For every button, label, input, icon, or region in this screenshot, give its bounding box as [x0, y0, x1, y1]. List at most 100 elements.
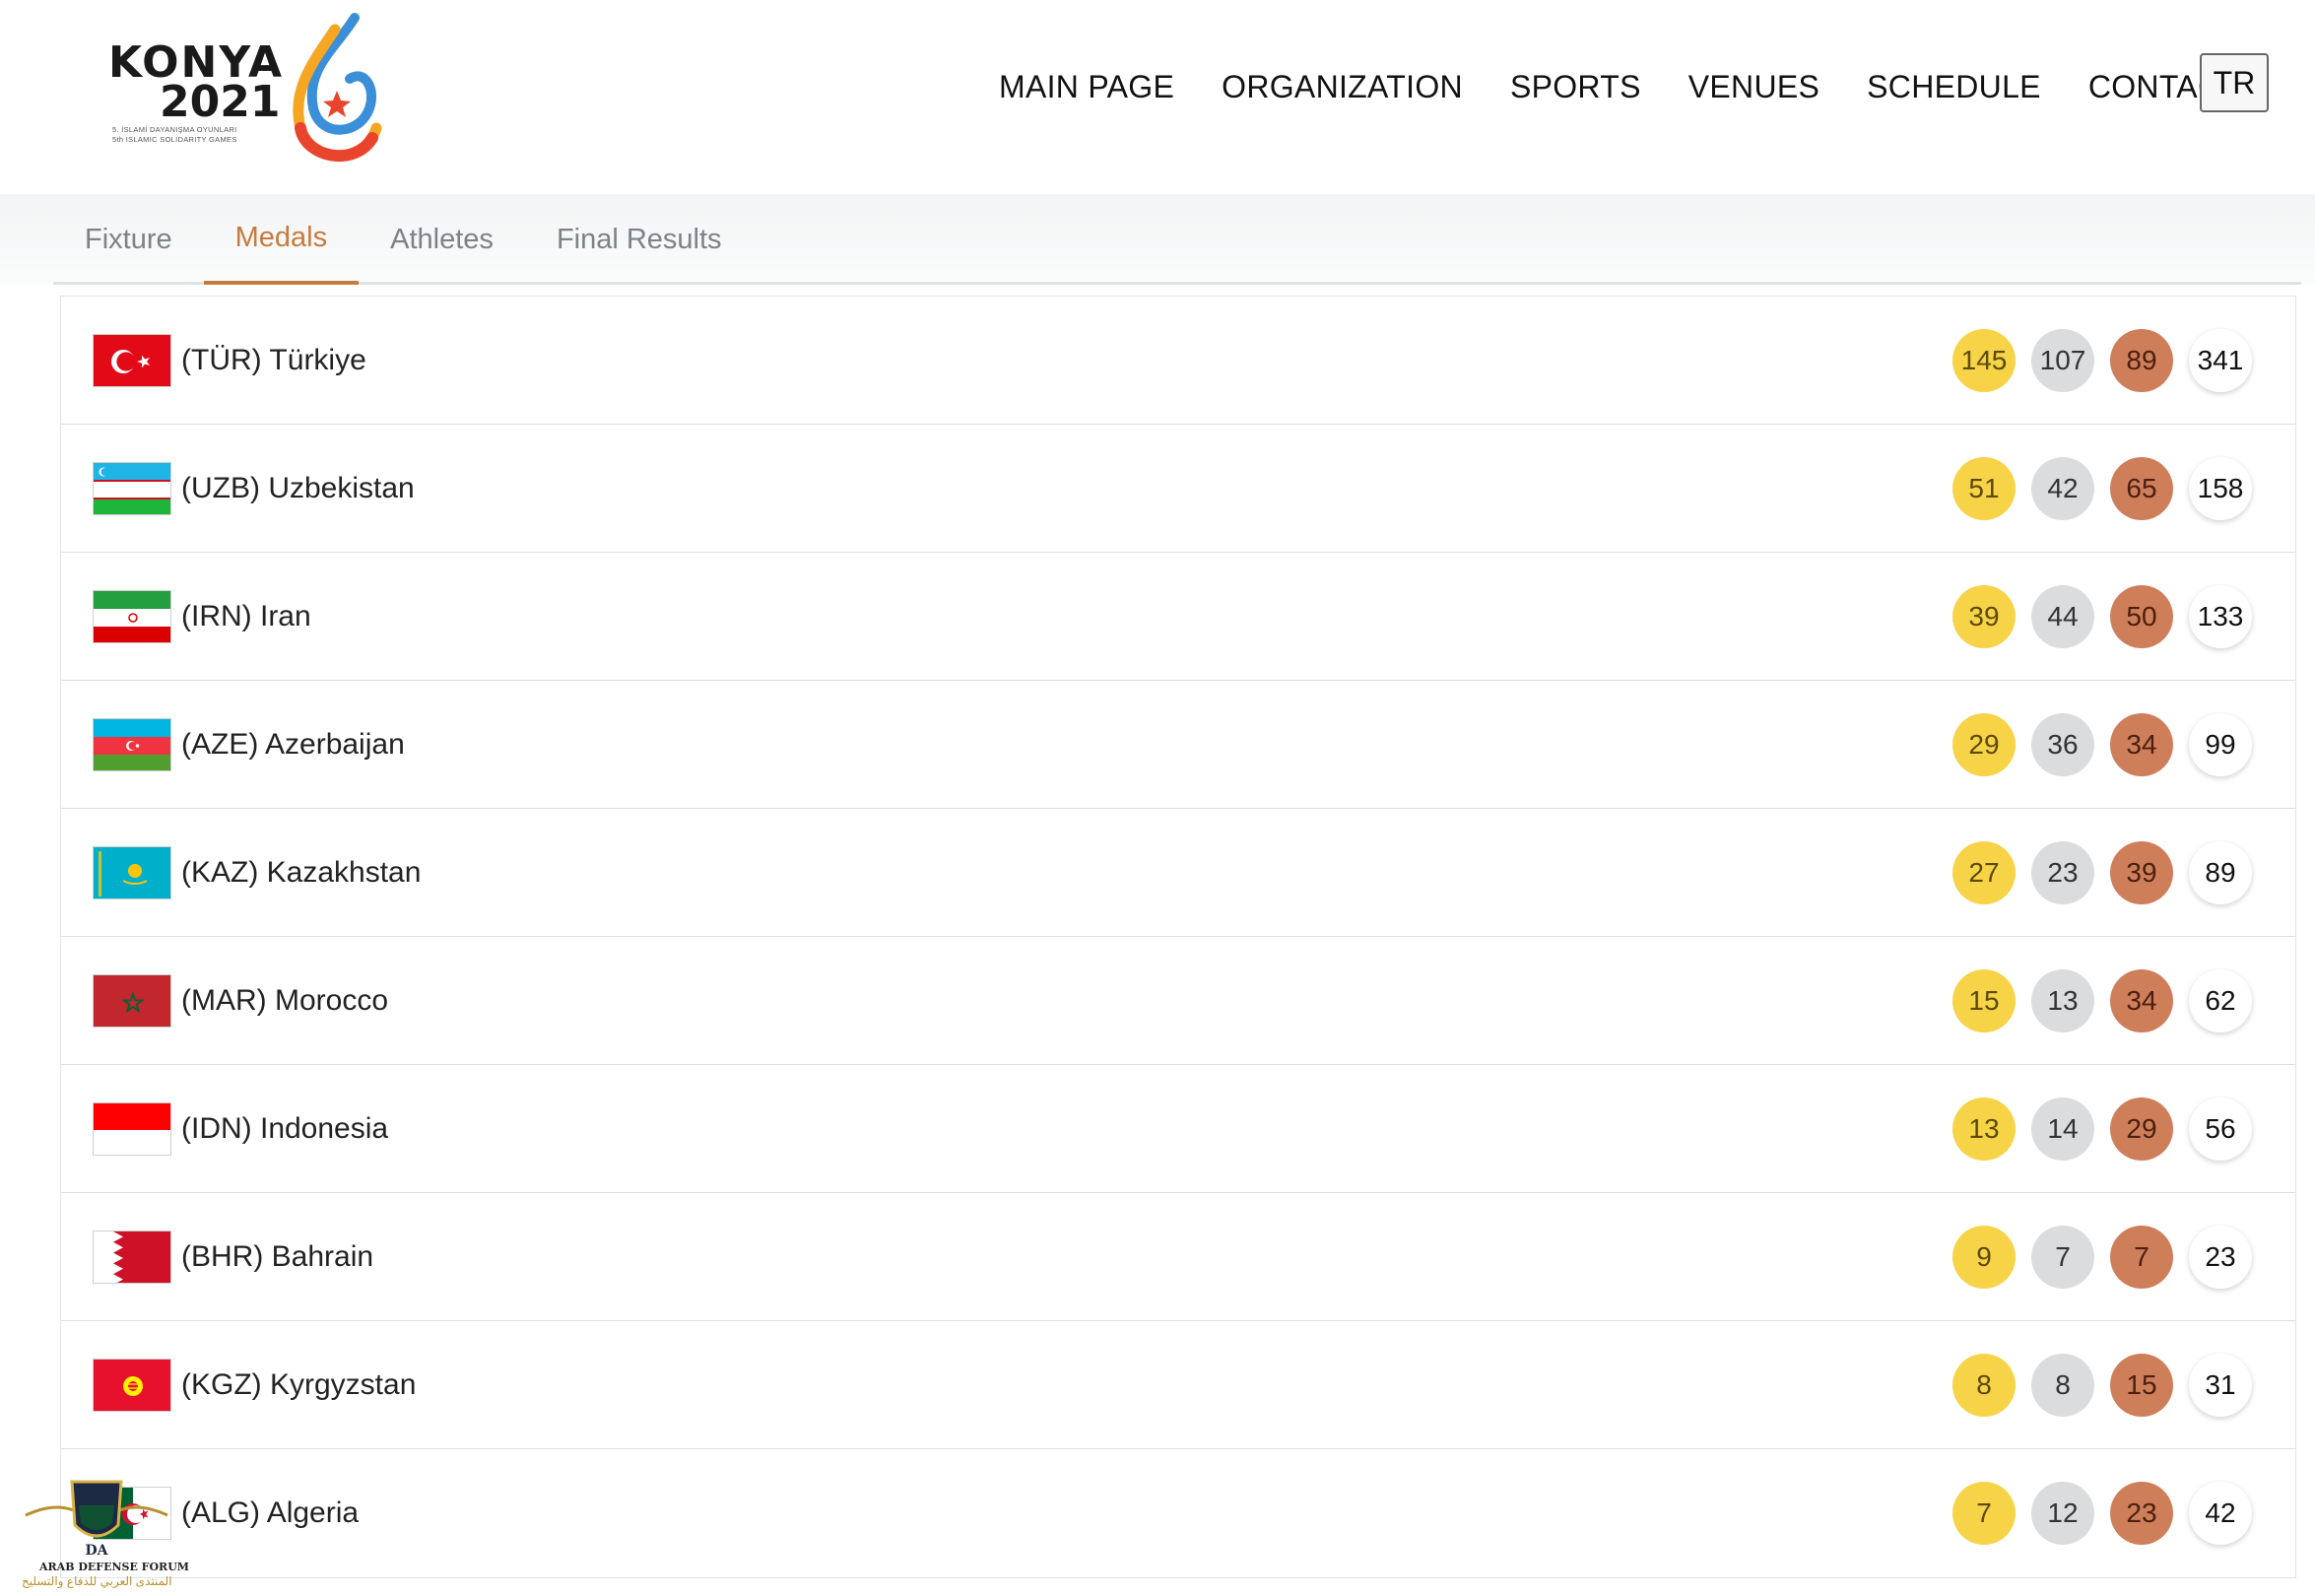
medal-row[interactable]: (ALG) Algeria 7 12 23 42 [61, 1449, 2295, 1577]
medal-counts: 13 14 29 56 [1952, 1097, 2268, 1161]
total-count: 89 [2189, 841, 2252, 904]
gold-count: 13 [1952, 1097, 2016, 1161]
silver-count: 8 [2031, 1354, 2094, 1417]
medal-row[interactable]: (BHR) Bahrain 9 7 7 23 [61, 1193, 2295, 1321]
medal-counts: 145 107 89 341 [1952, 329, 2268, 392]
total-count: 99 [2189, 713, 2252, 776]
silver-count: 12 [2031, 1482, 2094, 1545]
total-count: 62 [2189, 969, 2252, 1032]
svg-text:DA: DA [85, 1543, 108, 1559]
tab-bar: Fixture Medals Athletes Final Results [0, 194, 2315, 285]
medal-counts: 29 36 34 99 [1952, 713, 2268, 776]
logo-word-year: 2021 [160, 77, 281, 127]
nav-venues[interactable]: VENUES [1688, 69, 1819, 105]
flag-indonesia-icon [93, 1102, 171, 1156]
medal-counts: 15 13 34 62 [1952, 969, 2268, 1032]
gold-count: 29 [1952, 713, 2016, 776]
medal-row[interactable]: (TÜR) Türkiye 145 107 89 341 [61, 297, 2295, 425]
bronze-count: 50 [2110, 585, 2173, 648]
tab-medals[interactable]: Medals [203, 194, 360, 285]
site-header: KONYA 2021 5. İSLAMİ DAYANIŞMA OYUNLARI … [0, 0, 2315, 194]
silver-count: 44 [2031, 585, 2094, 648]
tab-athletes[interactable]: Athletes [359, 194, 525, 285]
total-count: 56 [2189, 1097, 2252, 1161]
country-label: (KGZ) Kyrgyzstan [181, 1368, 417, 1401]
total-count: 133 [2189, 585, 2252, 648]
bronze-count: 65 [2110, 457, 2173, 520]
medal-counts: 9 7 7 23 [1952, 1226, 2268, 1289]
total-count: 23 [2189, 1226, 2252, 1289]
country-label: (ALG) Algeria [181, 1496, 360, 1529]
medal-row[interactable]: (KGZ) Kyrgyzstan 8 8 15 31 [61, 1321, 2295, 1449]
flag-turkey-icon [93, 334, 171, 387]
medal-counts: 8 8 15 31 [1952, 1354, 2268, 1417]
flag-iran-icon [93, 590, 171, 643]
bronze-count: 34 [2110, 969, 2173, 1032]
medal-row[interactable]: (IRN) Iran 39 44 50 133 [61, 553, 2295, 681]
nav-organization[interactable]: ORGANIZATION [1222, 69, 1463, 105]
country-label: (IRN) Iran [181, 600, 311, 632]
flag-azerbaijan-icon [93, 718, 171, 771]
medal-counts: 7 12 23 42 [1952, 1482, 2268, 1545]
nav-sports[interactable]: SPORTS [1510, 69, 1641, 105]
medal-row[interactable]: (AZE) Azerbaijan 29 36 34 99 [61, 681, 2295, 809]
flag-kazakhstan-icon [93, 846, 171, 899]
silver-count: 7 [2031, 1226, 2094, 1289]
country-label: (BHR) Bahrain [181, 1240, 374, 1273]
country-label: (KAZ) Kazakhstan [181, 856, 422, 889]
watermark-line-en: ARAB DEFENSE FORUM [39, 1561, 189, 1573]
bronze-count: 34 [2110, 713, 2173, 776]
bronze-count: 39 [2110, 841, 2173, 904]
logo-subtitle-en: 5th ISLAMIC SOLIDARITY GAMES [112, 135, 237, 144]
silver-count: 107 [2031, 329, 2094, 392]
gold-count: 7 [1952, 1482, 2016, 1545]
watermark-line-ar: المنتدى العربي للدفاع والتسليح [22, 1574, 172, 1588]
gold-count: 9 [1952, 1226, 2016, 1289]
total-count: 158 [2189, 457, 2252, 520]
silver-count: 42 [2031, 457, 2094, 520]
medal-row[interactable]: (MAR) Morocco 15 13 34 62 [61, 937, 2295, 1065]
nav-main-page[interactable]: MAIN PAGE [999, 69, 1174, 105]
tabs: Fixture Medals Athletes Final Results [53, 194, 2301, 285]
bronze-count: 15 [2110, 1354, 2173, 1417]
forum-watermark: DA ARAB DEFENSE FORUM المنتدى العربي للد… [18, 1476, 189, 1592]
medal-row[interactable]: (IDN) Indonesia 13 14 29 56 [61, 1065, 2295, 1193]
flag-bahrain-icon [93, 1230, 171, 1284]
gold-count: 145 [1952, 329, 2016, 392]
medal-counts: 39 44 50 133 [1952, 585, 2268, 648]
country-label: (UZB) Uzbekistan [181, 472, 415, 504]
silver-count: 14 [2031, 1097, 2094, 1161]
country-label: (IDN) Indonesia [181, 1112, 389, 1145]
flag-morocco-icon [93, 974, 171, 1028]
bronze-count: 23 [2110, 1482, 2173, 1545]
medal-counts: 51 42 65 158 [1952, 457, 2268, 520]
country-label: (MAR) Morocco [181, 984, 389, 1017]
language-toggle-button[interactable]: TR [2200, 53, 2269, 112]
gold-count: 51 [1952, 457, 2016, 520]
bronze-count: 29 [2110, 1097, 2173, 1161]
silver-count: 36 [2031, 713, 2094, 776]
silver-count: 23 [2031, 841, 2094, 904]
logo-subtitle-tr: 5. İSLAMİ DAYANIŞMA OYUNLARI [112, 125, 237, 134]
silver-count: 13 [2031, 969, 2094, 1032]
tab-fixture[interactable]: Fixture [53, 194, 204, 285]
tab-final-results[interactable]: Final Results [525, 194, 754, 285]
flag-uzbekistan-icon [93, 462, 171, 515]
medal-counts: 27 23 39 89 [1952, 841, 2268, 904]
medal-row[interactable]: (KAZ) Kazakhstan 27 23 39 89 [61, 809, 2295, 937]
medal-row[interactable]: (UZB) Uzbekistan 51 42 65 158 [61, 425, 2295, 553]
bronze-count: 7 [2110, 1226, 2173, 1289]
konya-2021-logo[interactable]: KONYA 2021 5. İSLAMİ DAYANIŞMA OYUNLARI … [108, 10, 384, 172]
country-label: (TÜR) Türkiye [181, 344, 366, 376]
total-count: 42 [2189, 1482, 2252, 1545]
medal-table: (TÜR) Türkiye 145 107 89 341 (UZB) Uzbek… [60, 296, 2296, 1578]
total-count: 341 [2189, 329, 2252, 392]
main-nav: MAIN PAGE ORGANIZATION SPORTS VENUES SCH… [952, 57, 2240, 116]
total-count: 31 [2189, 1354, 2252, 1417]
bronze-count: 89 [2110, 329, 2173, 392]
flag-kyrgyzstan-icon [93, 1359, 171, 1412]
gold-count: 39 [1952, 585, 2016, 648]
nav-schedule[interactable]: SCHEDULE [1867, 69, 2041, 105]
gold-count: 15 [1952, 969, 2016, 1032]
gold-count: 8 [1952, 1354, 2016, 1417]
